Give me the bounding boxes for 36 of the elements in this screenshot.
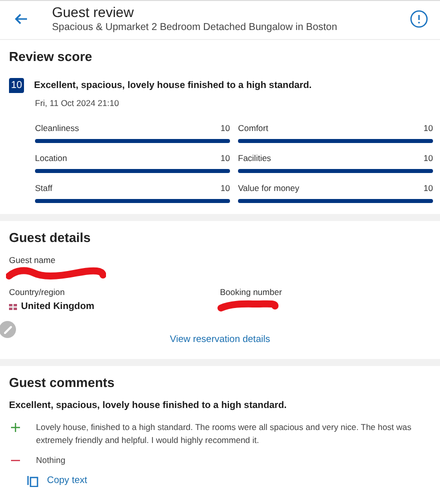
copy-icon [27,474,39,487]
section-heading: Review score [9,49,94,64]
field-label: Booking number [220,287,283,297]
flag-icon [9,304,17,310]
category-score: 10 [220,123,230,133]
pencil-icon [2,324,12,334]
review-headline: Excellent, spacious, lovely house finished to a high standard. [34,80,312,91]
category-score: 10 [424,153,433,163]
back-button[interactable] [14,13,28,25]
category-label: Cleanliness [35,123,79,133]
review-date: Fri, 11 Oct 2024 21:10 [35,98,120,108]
page-title: Guest review [52,4,135,21]
country-value: United Kingdom [21,301,94,312]
category-score: 10 [220,183,230,193]
category-label: Staff [35,183,52,193]
field-label: Guest name [9,255,56,265]
page-subtitle: Spacious & Upmarket 2 Bedroom Detached Bungalow in Boston [52,21,338,34]
category-score: 10 [424,183,433,193]
category-score: 10 [424,123,433,133]
info-icon[interactable] [410,10,428,28]
comment-text: Nothing [36,454,66,467]
score-badge: 10 [9,78,24,93]
category-label: Comfort [238,123,268,133]
section-heading: Guest details [9,230,92,245]
view-reservation-link[interactable]: View reservation details [170,334,270,345]
section-heading: Guest comments [9,375,116,390]
comment-text: Lovely house, finished to a high standard. The rooms were all spacious and very nice. The host was extremely friendly and helpful. I would highly recommend it. [36,421,412,447]
field-label: Country/region [9,287,66,297]
redaction-mark [217,299,279,313]
category-label: Facilities [238,153,272,163]
category-label: Value for money [238,183,300,193]
category-label: Location [35,153,68,163]
category-score: 10 [220,153,230,163]
comment-title: Excellent, spacious, lovely house finished to a high standard. [9,400,288,411]
plus-icon [11,423,20,432]
copy-text-button[interactable]: Copy text [9,474,88,487]
